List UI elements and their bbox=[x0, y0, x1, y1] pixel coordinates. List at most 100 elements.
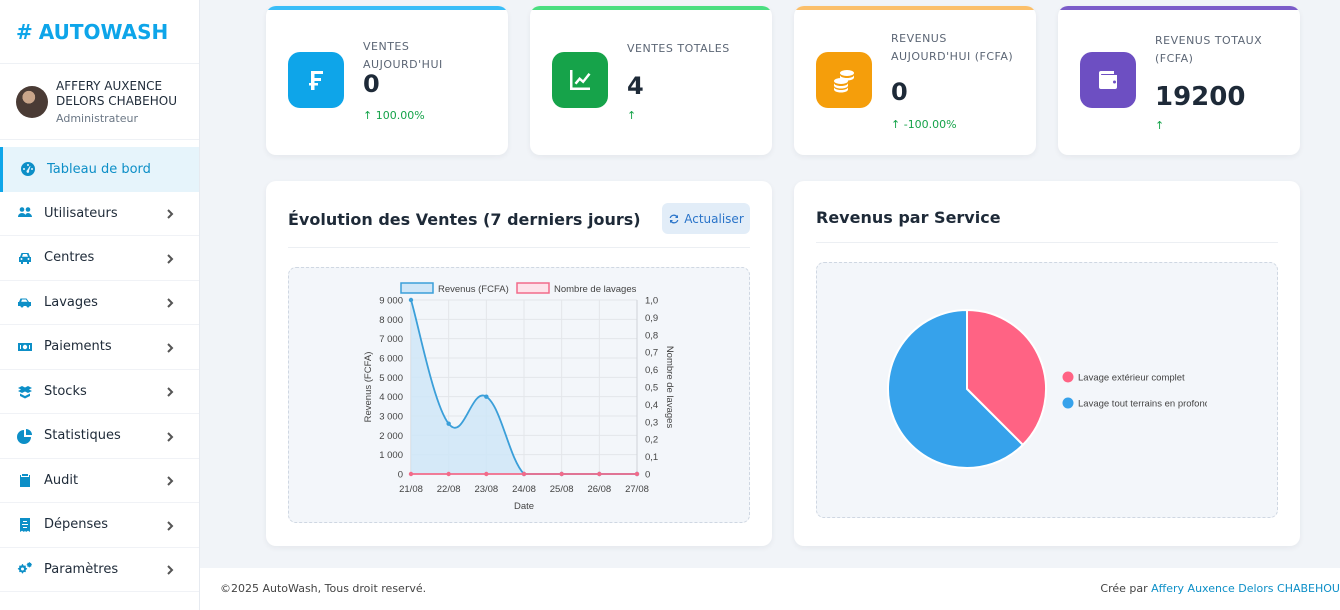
x-tick-label: 22/08 bbox=[437, 484, 461, 495]
y-tick-label: 2 000 bbox=[379, 431, 403, 442]
sidebar-item-label: Utilisateurs bbox=[44, 205, 118, 221]
x-tick-label: 23/08 bbox=[474, 484, 498, 495]
boxes-icon bbox=[16, 382, 34, 400]
users-icon bbox=[16, 204, 34, 222]
data-point bbox=[446, 471, 451, 477]
pie-legend: Lavage extérieur complet Lavage tout terr… bbox=[1062, 371, 1224, 410]
receipt-icon bbox=[16, 516, 34, 534]
sidebar-item-statistiques[interactable]: Statistiques bbox=[0, 414, 199, 459]
coins-icon bbox=[816, 52, 872, 108]
legend-swatch bbox=[400, 282, 434, 294]
stat-label: VENTES TOTALES bbox=[627, 42, 730, 55]
stat-card-ventes-totales: VENTES TOTALES 4 ↑ bbox=[530, 6, 772, 155]
y2-tick-label: 0 bbox=[645, 470, 650, 481]
sidebar-item-dashboard[interactable]: Tableau de bord bbox=[0, 147, 199, 192]
sidebar-item-centres[interactable]: Centres bbox=[0, 236, 199, 281]
data-point bbox=[408, 471, 414, 477]
sales-chart: Revenus (FCFA) Nombre de lavages 0 1 000 2 0… bbox=[363, 282, 675, 512]
x-tick-label: 26/08 bbox=[587, 484, 611, 495]
x-tick-label: 21/08 bbox=[399, 484, 423, 495]
stat-card-accent bbox=[794, 6, 1036, 10]
stat-card-ventes-aujourdhui: VENTES AUJOURD'HUI 0 ↑ 100.00% bbox=[266, 6, 508, 155]
chevron-right-icon bbox=[165, 431, 175, 442]
stat-value: 0 bbox=[363, 70, 380, 98]
legend-label: Nombre de lavages bbox=[554, 284, 637, 295]
sidebar-item-label: Paiements bbox=[44, 339, 112, 355]
sidebar-item-audit[interactable]: Audit bbox=[0, 459, 199, 503]
revenue-pie-chart: Lavage extérieur complet Lavage tout terr… bbox=[887, 308, 1224, 469]
data-point bbox=[597, 471, 602, 477]
y-tick-label: 1 000 bbox=[379, 450, 403, 461]
refresh-label: Actualiser bbox=[684, 211, 744, 226]
wallet-icon bbox=[1080, 52, 1136, 108]
stat-trend-value: 100.00% bbox=[375, 109, 425, 122]
chevron-right-icon bbox=[165, 564, 175, 575]
y-tick-label: 7 000 bbox=[379, 334, 403, 345]
stat-card-revenus-totaux: REVENUS TOTAUX (FCFA) 19200 ↑ bbox=[1058, 6, 1300, 155]
data-point bbox=[484, 471, 489, 477]
sales-chart-area: Revenus (FCFA) Nombre de lavages 0 1 000 2 0… bbox=[288, 267, 750, 523]
footer-credit: Crée par Affery Auxence Delors CHABEHOU bbox=[1100, 582, 1340, 595]
sales-chart-title: Évolution des Ventes (7 derniers jours) bbox=[288, 210, 641, 229]
avatar bbox=[16, 85, 48, 118]
user-profile[interactable]: AFFERY AUXENCE DELORS CHABEHOU Administr… bbox=[0, 64, 199, 140]
x-tick-label: 27/08 bbox=[625, 484, 649, 495]
y-tick-label: 3 000 bbox=[379, 412, 403, 423]
stat-trend: ↑ bbox=[1155, 119, 1165, 132]
sidebar-item-label: Stocks bbox=[44, 383, 87, 399]
x-tick-label: 25/08 bbox=[550, 484, 574, 495]
y-tick-label: 9 000 bbox=[379, 296, 403, 307]
y2-tick-label: 0,3 bbox=[645, 417, 658, 428]
chevron-right-icon bbox=[165, 475, 175, 486]
chevron-right-icon bbox=[165, 253, 175, 264]
revenue-chart-area: Lavage extérieur complet Lavage tout terr… bbox=[816, 262, 1278, 518]
y2-tick-label: 0,6 bbox=[645, 365, 658, 376]
footer: ©2025 AutoWash, Tous droit reservé. Crée… bbox=[200, 568, 1340, 610]
y2-tick-label: 0,5 bbox=[645, 383, 658, 394]
legend-label: Lavage extérieur complet bbox=[1078, 373, 1185, 384]
stat-value: 4 bbox=[627, 72, 644, 100]
chevron-right-icon bbox=[165, 386, 175, 397]
user-name: AFFERY AUXENCE DELORS CHABEHOU bbox=[56, 78, 177, 108]
stat-trend: ↑ bbox=[627, 109, 637, 122]
stat-value: 19200 bbox=[1155, 82, 1246, 112]
legend-swatch bbox=[1062, 371, 1074, 383]
pie-chart-icon bbox=[16, 427, 34, 445]
brand-logo[interactable]: # AUTOWASH bbox=[0, 0, 199, 64]
refresh-button[interactable]: Actualiser bbox=[662, 203, 750, 234]
legend-label: Revenus (FCFA) bbox=[438, 284, 509, 295]
refresh-icon bbox=[669, 214, 679, 223]
sidebar-item-label: Statistiques bbox=[44, 428, 121, 444]
data-point bbox=[559, 471, 564, 477]
divider bbox=[288, 247, 750, 248]
clipboard-check-icon bbox=[16, 471, 34, 489]
stat-trend: ↑ 100.00% bbox=[363, 109, 425, 122]
sidebar-nav: Tableau de bord Utilisateurs Centres Lav… bbox=[0, 140, 199, 592]
y-tick-label: 8 000 bbox=[379, 315, 403, 326]
sidebar-item-parametres[interactable]: Paramètres bbox=[0, 548, 199, 592]
footer-copyright: ©2025 AutoWash, Tous droit reservé. bbox=[220, 582, 427, 595]
stat-trend: ↑ -100.00% bbox=[891, 118, 957, 131]
sidebar-item-users[interactable]: Utilisateurs bbox=[0, 192, 199, 236]
stat-card-revenus-aujourdhui: REVENUS AUJOURD'HUI (FCFA) 0 ↑ -100.00% bbox=[794, 6, 1036, 155]
sidebar-item-paiements[interactable]: Paiements bbox=[0, 325, 199, 370]
car-wash-icon bbox=[16, 293, 34, 311]
sidebar-item-label: Paramètres bbox=[44, 561, 119, 577]
y2-tick-label: 0,8 bbox=[645, 330, 658, 341]
user-role: Administrateur bbox=[56, 111, 138, 125]
y-tick-label: 6 000 bbox=[379, 354, 403, 365]
legend-label: Lavage tout terrains en profondeur bbox=[1078, 399, 1224, 410]
legend-swatch bbox=[1062, 397, 1074, 409]
brand-hash: # bbox=[16, 19, 33, 44]
sidebar-item-depenses[interactable]: Dépenses bbox=[0, 503, 199, 548]
sidebar-item-lavages[interactable]: Lavages bbox=[0, 281, 199, 325]
footer-credit-prefix: Crée par bbox=[1100, 582, 1152, 595]
legend-swatch bbox=[516, 282, 550, 294]
sidebar-item-stocks[interactable]: Stocks bbox=[0, 370, 199, 414]
sidebar-item-label: Centres bbox=[44, 250, 95, 266]
chevron-right-icon bbox=[165, 208, 175, 219]
stat-label: VENTES AUJOURD'HUI bbox=[363, 40, 443, 71]
stat-card-accent bbox=[266, 6, 508, 10]
footer-credit-link[interactable]: Affery Auxence Delors CHABEHOU bbox=[1151, 582, 1340, 595]
stat-card-accent bbox=[530, 6, 772, 10]
